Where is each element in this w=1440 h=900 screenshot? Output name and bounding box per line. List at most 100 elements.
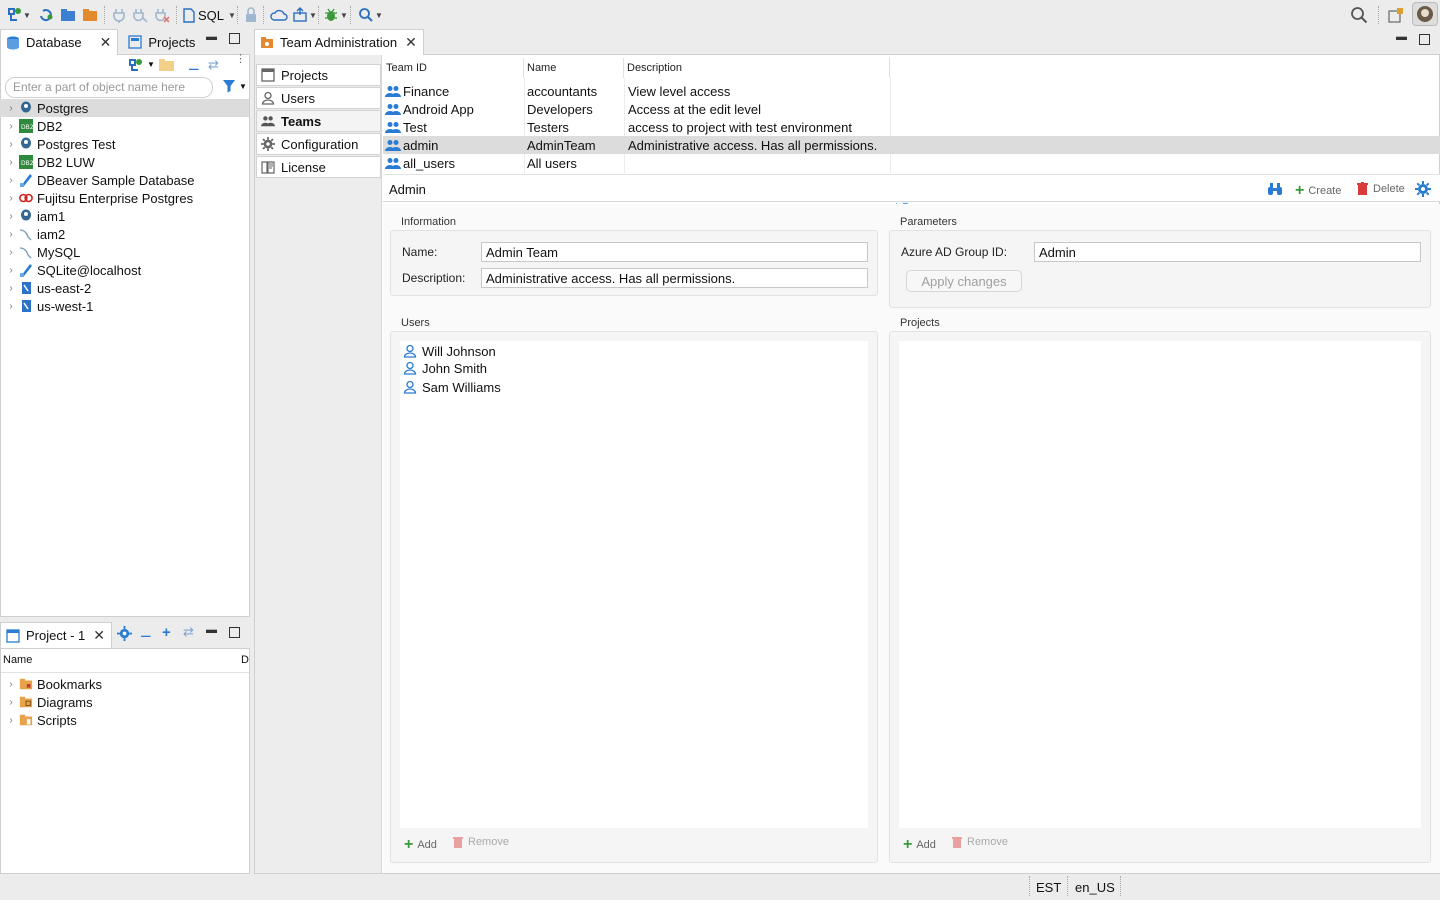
view-menu-icon[interactable]: ⋮ xyxy=(235,54,246,65)
status-timezone[interactable]: EST xyxy=(1036,878,1061,896)
open-folder-icon[interactable] xyxy=(60,6,76,24)
lock-icon[interactable] xyxy=(244,6,258,24)
new-connection-icon[interactable] xyxy=(128,58,146,75)
chevron-right-icon[interactable]: › xyxy=(3,229,19,240)
remove-project-button[interactable]: Remove xyxy=(952,836,1008,848)
chevron-right-icon[interactable]: › xyxy=(3,139,19,150)
chevron-right-icon[interactable]: › xyxy=(3,175,19,186)
connect-icon[interactable] xyxy=(112,6,126,24)
column-header-name[interactable]: Name xyxy=(3,654,32,666)
gear-icon[interactable] xyxy=(117,626,132,644)
table-row-selected[interactable]: admin AdminTeam Administrative access. H… xyxy=(383,136,1440,154)
nav-projects[interactable]: Projects xyxy=(256,64,381,86)
tree-item-us-east-2[interactable]: › us-east-2 xyxy=(0,279,91,297)
filter-icon[interactable] xyxy=(222,79,236,96)
chevron-right-icon[interactable]: › xyxy=(3,193,19,204)
minimize-icon[interactable]: ▬ xyxy=(206,624,217,636)
chevron-right-icon[interactable]: › xyxy=(3,211,19,222)
tree-item-postgres[interactable]: › Postgres xyxy=(0,99,249,117)
chevron-right-icon[interactable]: › xyxy=(3,247,19,258)
remove-user-button[interactable]: Remove xyxy=(453,836,509,848)
tree-item-dbeaver-sample[interactable]: › DBeaver Sample Database xyxy=(0,171,194,189)
new-connection-icon[interactable]: ▼ xyxy=(6,6,31,24)
tree-item-scripts[interactable]: › Scripts xyxy=(0,711,76,729)
apply-changes-button[interactable]: Apply changes xyxy=(906,270,1022,292)
debug-icon[interactable]: ▼ xyxy=(323,6,348,24)
tab-projects[interactable]: Projects xyxy=(122,29,201,55)
close-icon[interactable]: ✕ xyxy=(93,627,105,644)
tree-item-mysql[interactable]: › MySQL xyxy=(0,243,80,261)
tree-item-diagrams[interactable]: › Diagrams xyxy=(0,693,92,711)
minimize-icon[interactable]: ▬ xyxy=(206,31,217,43)
open-perspective-icon[interactable] xyxy=(1388,6,1404,24)
team-description-input[interactable]: Administrative access. Has all permissio… xyxy=(481,268,868,288)
maximize-icon[interactable] xyxy=(229,33,240,44)
binoculars-icon[interactable] xyxy=(1267,181,1283,200)
create-button[interactable]: + Create xyxy=(1295,182,1341,200)
chevron-right-icon[interactable]: › xyxy=(3,157,19,168)
deploy-icon[interactable]: ▼ xyxy=(292,6,317,24)
collapse-all-icon[interactable]: ⚊ xyxy=(188,58,200,74)
new-folder-icon[interactable] xyxy=(158,58,176,75)
users-list[interactable] xyxy=(400,341,868,828)
nav-configuration[interactable]: Configuration xyxy=(256,133,381,155)
refresh-icon[interactable] xyxy=(38,6,54,24)
tree-item-us-west-1[interactable]: › us-west-1 xyxy=(0,297,93,315)
new-connection-dropdown[interactable]: ▼ xyxy=(147,60,155,69)
tree-item-iam2[interactable]: › iam2 xyxy=(0,225,65,243)
sql-editor-button[interactable]: SQL ▼ xyxy=(183,6,236,24)
nav-users[interactable]: Users xyxy=(256,87,381,109)
minimize-icon[interactable]: ▬ xyxy=(1396,31,1407,43)
expand-icon[interactable]: + xyxy=(162,624,171,641)
projects-list[interactable] xyxy=(899,341,1421,828)
chevron-right-icon[interactable]: › xyxy=(3,121,19,132)
maximize-icon[interactable] xyxy=(229,627,240,638)
column-header-d[interactable]: D xyxy=(241,654,249,666)
chevron-right-icon[interactable]: › xyxy=(3,103,19,114)
status-locale[interactable]: en_US xyxy=(1075,878,1115,896)
filter-dropdown[interactable]: ▼ xyxy=(239,82,247,91)
list-item[interactable]: John Smith xyxy=(403,359,487,377)
tree-item-fujitsu[interactable]: › Fujitsu Enterprise Postgres xyxy=(0,189,193,207)
list-item[interactable]: Sam Williams xyxy=(403,378,501,396)
maximize-icon[interactable] xyxy=(1419,34,1430,45)
object-filter-input[interactable]: Enter a part of object name here xyxy=(5,77,213,98)
settings-gear-icon[interactable] xyxy=(1415,181,1431,200)
close-icon[interactable]: ✕ xyxy=(100,34,112,51)
table-row[interactable]: Android App Developers Access at the edi… xyxy=(383,100,1440,118)
table-row[interactable]: Test Testers access to project with test… xyxy=(383,118,1440,136)
open-project-icon[interactable] xyxy=(82,6,98,24)
add-project-button[interactable]: + Add xyxy=(903,836,936,854)
tree-item-iam1[interactable]: › iam1 xyxy=(0,207,65,225)
table-row[interactable]: Finance accountants View level access xyxy=(383,82,1440,100)
team-name-input[interactable]: Admin Team xyxy=(481,242,868,262)
azure-group-id-input[interactable]: Admin xyxy=(1034,242,1421,262)
tab-database[interactable]: Database ✕ xyxy=(0,29,119,55)
cloud-icon[interactable] xyxy=(270,6,288,24)
chevron-right-icon[interactable]: › xyxy=(3,283,19,294)
column-header-description[interactable]: Description xyxy=(624,58,890,78)
tree-item-bookmarks[interactable]: › Bookmarks xyxy=(0,675,102,693)
tree-item-db2-luw[interactable]: › DB2 DB2 LUW xyxy=(0,153,94,171)
nav-teams[interactable]: Teams xyxy=(256,110,381,132)
list-item[interactable]: Will Johnson xyxy=(403,342,496,360)
column-header-name[interactable]: Name xyxy=(524,58,624,78)
disconnect-all-icon[interactable] xyxy=(154,6,170,24)
tab-team-administration[interactable]: Team Administration ✕ xyxy=(254,29,424,55)
tab-project[interactable]: Project - 1 ✕ xyxy=(0,622,112,648)
chevron-right-icon[interactable]: › xyxy=(3,265,19,276)
column-header-team-id[interactable]: Team ID xyxy=(383,58,524,78)
chevron-right-icon[interactable]: › xyxy=(3,679,19,690)
chevron-right-icon[interactable]: › xyxy=(3,301,19,312)
table-row[interactable]: all_users All users xyxy=(383,154,1440,172)
link-editor-icon[interactable]: ⇄ xyxy=(208,57,219,73)
nav-license[interactable]: License xyxy=(256,156,381,178)
link-editor-icon[interactable]: ⇄ xyxy=(183,624,194,640)
add-user-button[interactable]: + Add xyxy=(404,836,437,854)
chevron-right-icon[interactable]: › xyxy=(3,697,19,708)
global-search-icon[interactable] xyxy=(1350,6,1368,24)
avatar[interactable] xyxy=(1412,2,1438,26)
search-icon[interactable]: ▼ xyxy=(358,6,383,24)
close-icon[interactable]: ✕ xyxy=(405,34,417,51)
chevron-right-icon[interactable]: › xyxy=(3,715,19,726)
